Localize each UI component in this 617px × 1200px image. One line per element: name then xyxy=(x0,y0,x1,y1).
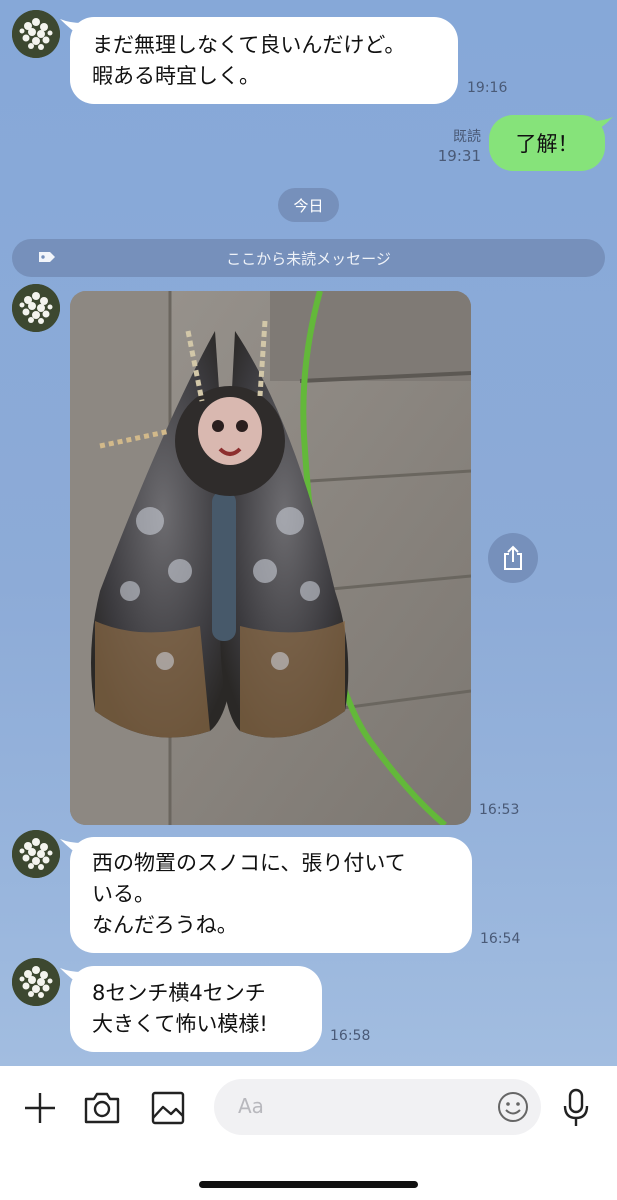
read-label: 既読 xyxy=(453,129,481,145)
photo-message[interactable] xyxy=(70,291,471,825)
unread-separator: ここから未読メッセージ xyxy=(12,239,605,277)
message-text-line: まだ無理しなくて良いんだけど。 xyxy=(92,33,406,57)
message-time: 19:31 xyxy=(437,147,481,165)
message-text-line: 西の物置のスノコに、張り付いて xyxy=(92,851,406,875)
outgoing-message[interactable]: 了解！ xyxy=(489,115,613,171)
message-input[interactable]: Aa xyxy=(214,1079,541,1135)
message-text-line: 大きくて怖い模様! xyxy=(92,1012,268,1036)
incoming-message[interactable]: 西の物置のスノコに、張り付いて いる。 なんだろうね。 xyxy=(60,837,472,953)
message-time: 16:54 xyxy=(480,931,521,947)
message-time: 16:58 xyxy=(330,1028,371,1044)
emoji-icon[interactable] xyxy=(496,1090,530,1124)
sender-avatar[interactable] xyxy=(12,958,60,1006)
sender-avatar[interactable] xyxy=(12,830,60,878)
read-receipt: 既読 19:31 xyxy=(438,128,481,166)
incoming-message[interactable]: 8センチ横4センチ 大きくて怖い模様! xyxy=(60,966,322,1052)
message-text-line: 8センチ横4センチ xyxy=(92,981,266,1005)
moth-photo xyxy=(70,291,471,825)
message-text-line: なんだろうね。 xyxy=(92,913,238,937)
date-separator: 今日 xyxy=(278,188,339,222)
microphone-icon[interactable] xyxy=(561,1088,591,1128)
tag-icon xyxy=(39,252,55,262)
image-icon[interactable] xyxy=(150,1090,186,1126)
message-time: 16:53 xyxy=(479,802,520,818)
unread-label: ここから未読メッセージ xyxy=(226,249,391,268)
message-text-line: いる。 xyxy=(92,882,155,906)
incoming-message[interactable]: まだ無理しなくて良いんだけど。 暇ある時宜しく。 xyxy=(60,17,458,104)
chat-area[interactable]: まだ無理しなくて良いんだけど。 暇ある時宜しく。 19:16 既読 19:31 … xyxy=(0,0,617,1066)
camera-icon[interactable] xyxy=(83,1090,121,1126)
sender-avatar[interactable] xyxy=(12,284,60,332)
message-text: 了解！ xyxy=(515,132,579,156)
message-time: 19:16 xyxy=(467,80,508,96)
sender-avatar[interactable] xyxy=(12,10,60,58)
share-icon xyxy=(504,545,522,570)
plus-icon[interactable] xyxy=(22,1090,58,1126)
message-text-line: 暇ある時宜しく。 xyxy=(92,64,260,88)
share-button[interactable] xyxy=(488,533,538,583)
message-input-bar: Aa xyxy=(0,1066,617,1200)
input-placeholder: Aa xyxy=(238,1094,264,1118)
home-indicator[interactable] xyxy=(199,1181,418,1188)
